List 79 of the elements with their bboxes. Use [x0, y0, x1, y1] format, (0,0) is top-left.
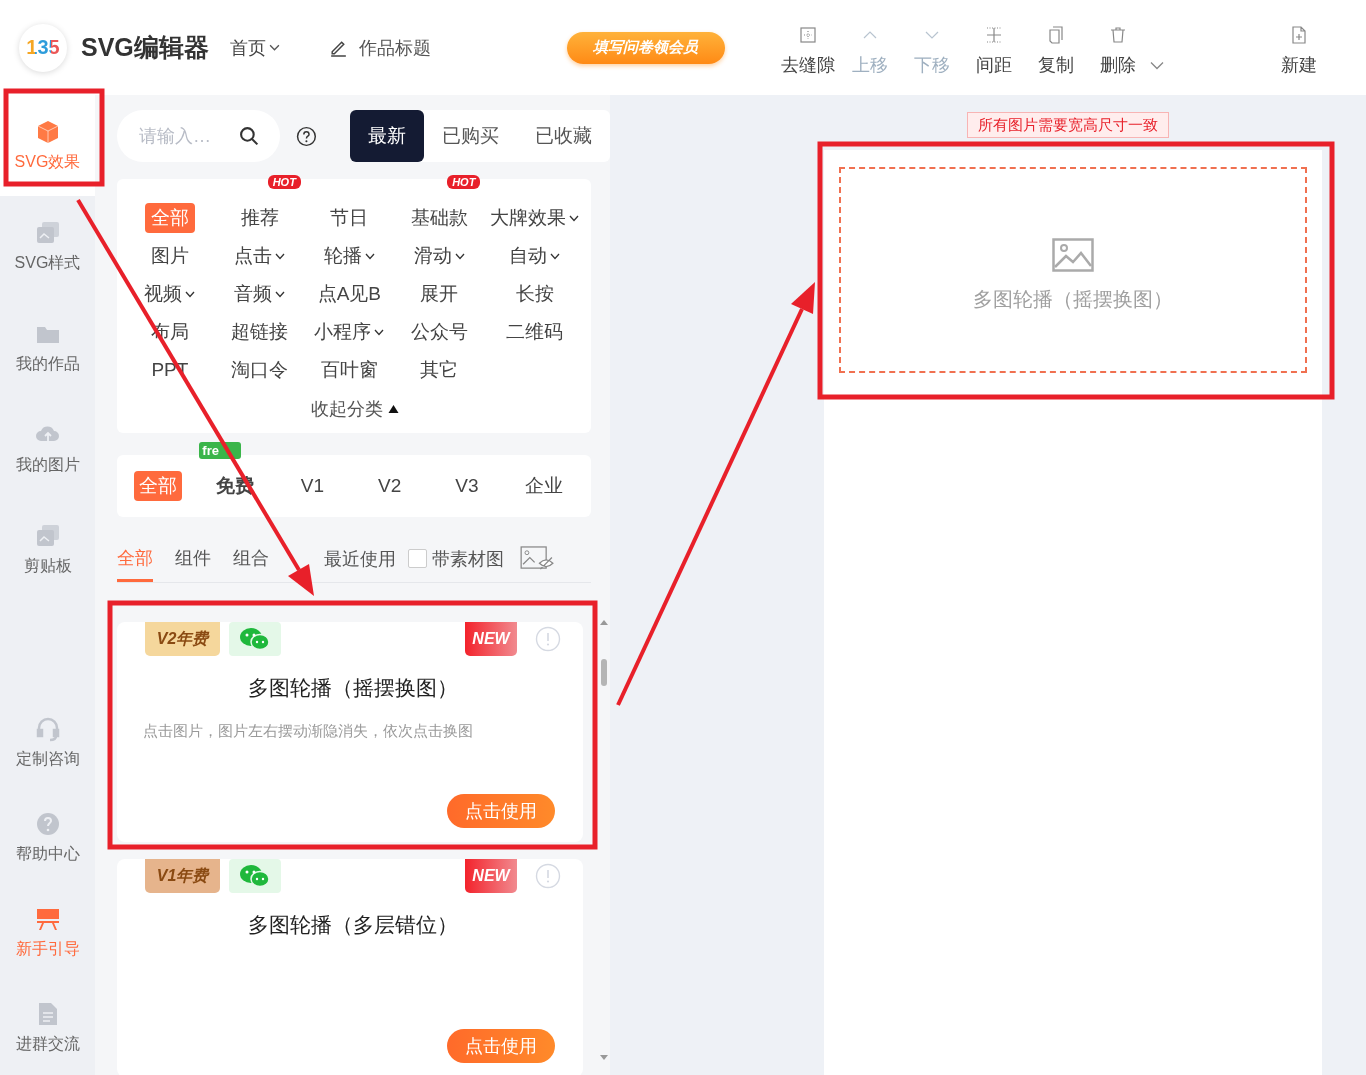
chevron-down-icon	[374, 328, 385, 336]
sidebar-item[interactable]: 我的作品	[0, 297, 95, 398]
type-tab[interactable]: 组件	[175, 535, 211, 582]
filter-tab[interactable]: 最新	[349, 110, 424, 162]
image-icon	[1052, 237, 1094, 272]
image-hide-icon[interactable]	[520, 546, 555, 571]
title-field[interactable]: 作品标题	[327, 35, 431, 60]
chevron-down-icon	[364, 252, 375, 260]
filter-tab[interactable]: 已收藏	[516, 110, 610, 162]
home-menu[interactable]: 首页	[229, 35, 280, 60]
category-item[interactable]: 视频	[138, 279, 202, 309]
sidebar-item[interactable]: 我的图片	[0, 398, 95, 499]
checkbox-label: 带素材图	[432, 547, 504, 571]
category-item[interactable]: 展开	[414, 279, 465, 309]
category-item[interactable]: 其它	[414, 355, 465, 385]
category-item[interactable]: 自动	[503, 241, 566, 271]
tier-tab[interactable]: V3	[450, 473, 484, 499]
card-title: 多图轮播（多层错位）	[247, 912, 459, 938]
category-item[interactable]: 推荐	[234, 203, 285, 233]
delete-button[interactable]: 删除	[1086, 24, 1149, 77]
category-item[interactable]: 基础款	[404, 203, 474, 233]
category-item[interactable]: 淘口令	[225, 355, 295, 385]
category-item[interactable]: 节日	[324, 203, 375, 233]
notice-label: 所有图片需要宽高尺寸一致	[967, 112, 1169, 138]
new-badge: NEW	[465, 859, 517, 893]
chevron-down-icon	[275, 290, 286, 298]
recent-link[interactable]: 最近使用	[324, 546, 396, 571]
chat-bubbles-icon	[229, 859, 281, 893]
category-item[interactable]: 轮播	[317, 241, 381, 271]
card-title: 多图轮播（摇摆换图）	[247, 675, 459, 701]
category-item[interactable]: 图片	[144, 241, 195, 271]
new-button[interactable]: 新建	[1267, 24, 1330, 77]
hot-badge: HOT	[447, 175, 481, 189]
sidebar-item[interactable]: 定制咨询	[0, 695, 95, 790]
triangle-up-icon	[386, 404, 400, 414]
category-item[interactable]: 公众号	[404, 317, 474, 347]
tier-badge: V1年费	[145, 859, 220, 893]
category-item[interactable]: 滑动	[407, 241, 471, 271]
sidebar-item[interactable]: SVG样式	[0, 196, 95, 297]
category-item[interactable]: 小程序	[308, 317, 391, 347]
tier-tab[interactable]: V1	[295, 473, 329, 499]
sidebar-item[interactable]: 帮助中心	[0, 790, 95, 885]
category-item[interactable]: 大牌效果	[484, 203, 585, 233]
grid-icon	[797, 24, 818, 45]
sidebar-item[interactable]: 剪贴板	[0, 499, 95, 600]
card-description: 点击图片，图片左右摆动渐隐消失，依次点击换图	[143, 722, 474, 741]
search-field[interactable]: 请输入…	[117, 110, 280, 162]
help-icon[interactable]	[296, 125, 317, 147]
chat-bubbles-icon	[229, 622, 281, 656]
search-icon[interactable]	[239, 126, 260, 147]
category-item[interactable]: 二维码	[500, 317, 569, 347]
copy-button[interactable]: 复制	[1024, 24, 1087, 77]
chevron-down-icon	[268, 44, 280, 51]
tier-badge: V2年费	[145, 622, 220, 656]
spacing-button[interactable]: 间距	[962, 24, 1025, 77]
filter-tab[interactable]: 已购买	[423, 110, 517, 162]
category-item[interactable]: 百叶窗	[314, 355, 384, 385]
category-item[interactable]: 长按	[509, 279, 560, 309]
type-tab[interactable]: 组合	[233, 535, 269, 582]
placeholder-text: 多图轮播（摇摆换图）	[973, 286, 1173, 312]
tier-tab[interactable]: V2	[373, 473, 407, 499]
collapse-button[interactable]: 收起分类	[310, 397, 400, 421]
category-item[interactable]: 音频	[228, 279, 292, 309]
sidebar-item[interactable]: 进群交流	[0, 980, 95, 1075]
new-badge: NEW	[465, 622, 517, 656]
chevron-down-icon	[569, 214, 579, 222]
app-name: SVG编辑器	[81, 32, 209, 63]
gap-button[interactable]: 去缝隙	[776, 24, 839, 77]
category-item[interactable]: 点A见B	[311, 279, 388, 309]
hot-badge: HOT	[267, 175, 301, 189]
category-item[interactable]: 超链接	[225, 317, 295, 347]
chevron-down-icon	[454, 252, 465, 260]
checkbox[interactable]	[408, 549, 427, 568]
category-item[interactable]: 点击	[228, 241, 292, 271]
chevron-down-icon	[185, 290, 196, 298]
chevron-down-icon	[275, 252, 286, 260]
chevron-down-icon	[550, 252, 560, 260]
caret-icon[interactable]	[1149, 60, 1164, 70]
tier-tab[interactable]: 企业	[520, 471, 569, 501]
